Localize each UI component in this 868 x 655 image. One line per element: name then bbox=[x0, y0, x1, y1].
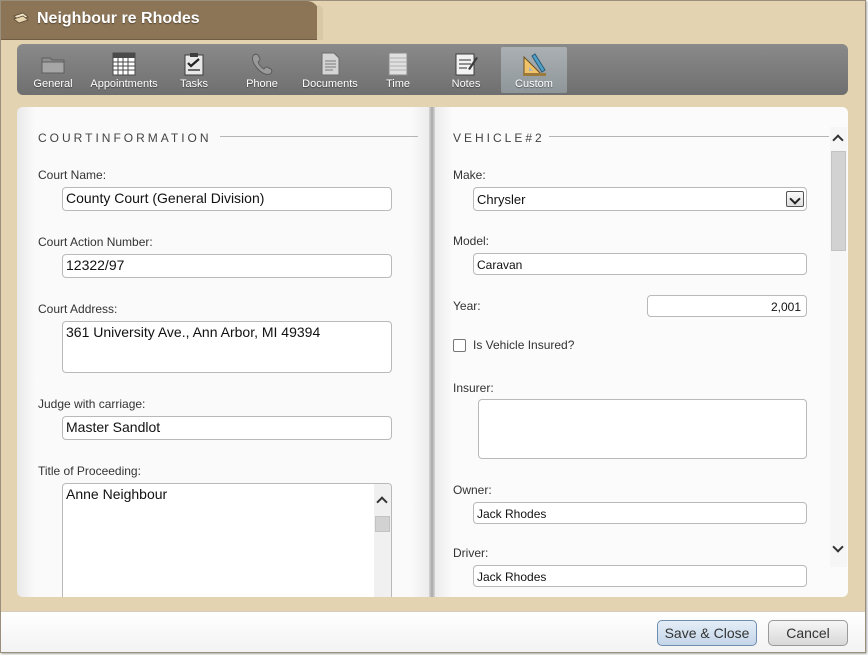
judge-label: Judge with carriage: bbox=[38, 397, 146, 411]
window-title: Neighbour re Rhodes bbox=[37, 10, 200, 27]
tab-general[interactable]: General bbox=[20, 47, 86, 93]
model-field[interactable]: Caravan bbox=[473, 253, 807, 275]
court-name-label: Court Name: bbox=[38, 168, 107, 182]
proceeding-label: Title of Proceeding: bbox=[38, 464, 141, 478]
court-address-label: Court Address: bbox=[38, 302, 118, 316]
cancel-button[interactable]: Cancel bbox=[768, 620, 848, 646]
driver-label: Driver: bbox=[453, 546, 489, 560]
judge-field[interactable]: Master Sandlot bbox=[62, 416, 392, 440]
chevron-up-icon[interactable] bbox=[376, 496, 388, 508]
dialog-window: Neighbour re Rhodes General Appointments bbox=[0, 0, 866, 653]
owner-label: Owner: bbox=[453, 483, 492, 497]
year-label: Year: bbox=[453, 299, 481, 313]
matter-icon bbox=[13, 12, 29, 24]
court-section-title: COURTINFORMATION bbox=[38, 131, 212, 145]
year-field[interactable]: 2,001 bbox=[647, 295, 807, 317]
section-divider bbox=[549, 136, 829, 137]
drafting-tools-icon bbox=[523, 53, 546, 76]
module-toolbar: General Appointments Tasks Phone Documen… bbox=[17, 44, 848, 95]
notepad-icon bbox=[455, 53, 478, 76]
insured-checkbox[interactable] bbox=[453, 339, 466, 352]
court-information-panel: COURTINFORMATION Court Name: County Cour… bbox=[17, 107, 429, 597]
scrollbar-thumb[interactable] bbox=[831, 151, 846, 251]
calendar-icon bbox=[112, 52, 136, 76]
insurer-label: Insurer: bbox=[453, 381, 494, 395]
vehicle-panel-scrollbar[interactable] bbox=[830, 127, 847, 567]
tab-custom[interactable]: Custom bbox=[501, 47, 567, 93]
folder-icon bbox=[41, 57, 65, 74]
insurer-field[interactable] bbox=[478, 399, 807, 459]
driver-field[interactable]: Jack Rhodes bbox=[473, 565, 807, 587]
proceeding-textarea[interactable]: Anne Neighbour bbox=[62, 483, 392, 597]
title-tab: Neighbour re Rhodes bbox=[1, 1, 323, 40]
tab-time[interactable]: Time bbox=[365, 47, 431, 93]
proceeding-scrollbar[interactable] bbox=[374, 484, 391, 597]
tab-notes[interactable]: Notes bbox=[433, 47, 499, 93]
section-divider bbox=[220, 136, 418, 137]
make-value: Chrysler bbox=[477, 192, 526, 207]
timesheet-icon bbox=[388, 52, 408, 76]
dialog-footer: Save & Close Cancel bbox=[1, 611, 865, 652]
court-address-field[interactable]: 361 University Ave., Ann Arbor, MI 49394 bbox=[62, 321, 392, 373]
chevron-up-icon[interactable] bbox=[832, 134, 844, 146]
court-action-number-label: Court Action Number: bbox=[38, 235, 153, 249]
insured-label: Is Vehicle Insured? bbox=[473, 338, 575, 352]
court-action-number-field[interactable]: 12322/97 bbox=[62, 254, 392, 278]
tab-appointments[interactable]: Appointments bbox=[89, 47, 159, 93]
scrollbar-thumb[interactable] bbox=[375, 516, 390, 532]
vehicle-section-title: VEHICLE#2 bbox=[453, 131, 545, 145]
tab-documents[interactable]: Documents bbox=[297, 47, 363, 93]
chevron-down-icon[interactable] bbox=[786, 191, 804, 207]
proceeding-text: Anne Neighbour bbox=[66, 486, 168, 502]
phone-icon bbox=[252, 53, 273, 75]
content-area: COURTINFORMATION Court Name: County Cour… bbox=[17, 107, 848, 597]
save-close-button[interactable]: Save & Close bbox=[657, 620, 757, 646]
model-label: Model: bbox=[453, 234, 490, 248]
chevron-down-icon[interactable] bbox=[832, 541, 844, 553]
vehicle-panel: VEHICLE#2 Make: Chrysler Model: Caravan … bbox=[435, 107, 848, 597]
make-select[interactable]: Chrysler bbox=[473, 187, 807, 211]
clipboard-icon bbox=[184, 53, 204, 76]
court-name-field[interactable]: County Court (General Division) bbox=[62, 187, 392, 211]
tab-tasks[interactable]: Tasks bbox=[161, 47, 227, 93]
owner-field[interactable]: Jack Rhodes bbox=[473, 502, 807, 524]
document-icon bbox=[321, 52, 340, 76]
tab-phone[interactable]: Phone bbox=[229, 47, 295, 93]
make-label: Make: bbox=[453, 168, 486, 182]
